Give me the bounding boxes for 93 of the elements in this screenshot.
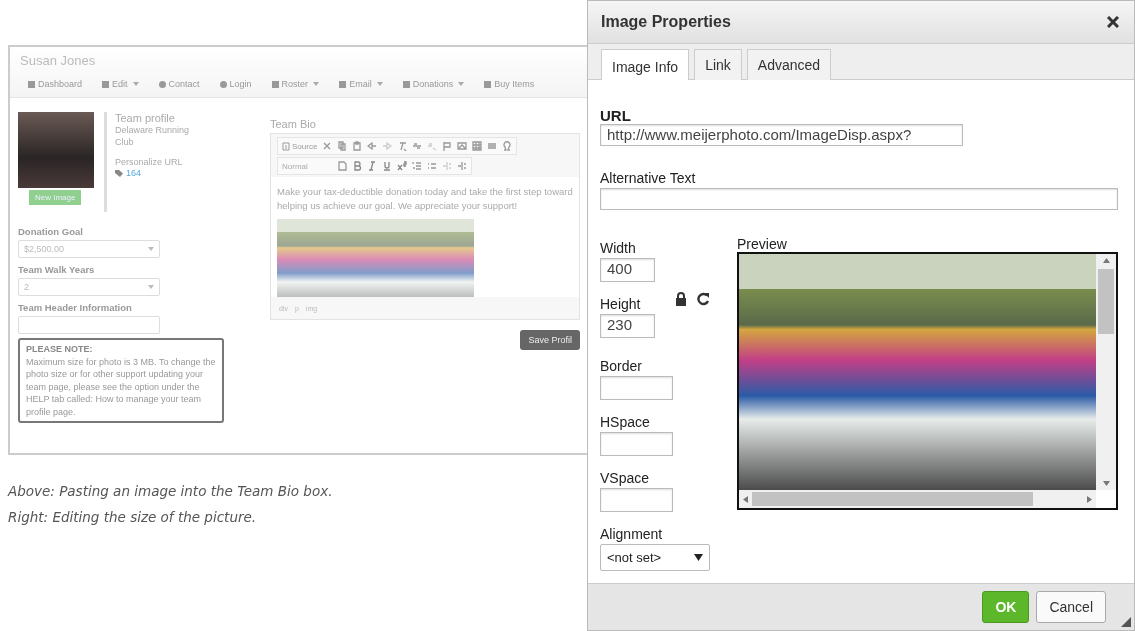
underline-icon[interactable] (382, 161, 392, 171)
scroll-left-icon[interactable] (743, 495, 748, 503)
url-label: URL (600, 107, 632, 124)
table-icon[interactable] (472, 141, 483, 151)
caret-icon (376, 82, 383, 86)
bullet-list-icon[interactable] (427, 161, 437, 171)
field-label: Team Walk Years (18, 264, 96, 275)
nav-link[interactable]: Roster (271, 79, 320, 89)
cancel-button[interactable]: Cancel (1036, 591, 1106, 623)
horizontal-line-icon[interactable] (487, 141, 498, 151)
field-label: Height (600, 296, 642, 312)
caption: Above: Pasting an image into the Team Bio box. (8, 482, 334, 501)
caret-icon (132, 82, 139, 86)
url-link[interactable]: 164 (115, 168, 200, 178)
url-label: Personalize URL (115, 156, 184, 168)
bio-title: Team Bio (270, 118, 317, 130)
bio-paragraph: Make your tax-deductible donation today and take the first step toward helping us achieve our goal. We appreciate your support! (277, 185, 573, 213)
field-label: Border (600, 358, 644, 374)
nav-link[interactable]: Email (339, 79, 383, 89)
input-field[interactable] (600, 488, 673, 512)
resize-grip-icon[interactable] (1121, 617, 1131, 627)
team-name: Delaware Running Club (115, 124, 191, 148)
caret-icon (148, 285, 154, 289)
omega-icon[interactable] (502, 141, 513, 151)
field-label: VSpace (600, 470, 651, 486)
scroll-down-icon[interactable] (1102, 481, 1110, 486)
nav-link[interactable]: Login (219, 79, 252, 89)
tab[interactable]: Image Info (601, 49, 690, 80)
ok-button[interactable]: OK (982, 591, 1030, 623)
flag-icon[interactable] (442, 141, 453, 151)
alignment-label: Alignment (600, 526, 664, 542)
horizontal-scrollbar[interactable] (739, 490, 1096, 508)
caret-icon (458, 82, 465, 86)
numbered-list-icon[interactable] (412, 161, 422, 171)
input-field[interactable] (600, 432, 673, 456)
field-label: Width (600, 240, 637, 256)
vertical-scrollbar[interactable] (1096, 254, 1116, 490)
field-label: Donation Goal (18, 226, 84, 237)
tag-icon (115, 169, 123, 177)
nav-link[interactable]: Donations (402, 79, 465, 89)
input-field[interactable] (600, 376, 673, 400)
caret-icon (313, 82, 320, 86)
preview-label: Preview (737, 236, 788, 252)
caption: Right: Editing the size of the picture. (8, 508, 258, 527)
note-title: PLEASE NOTE: (26, 343, 94, 356)
scrollbar-thumb[interactable] (1098, 269, 1114, 334)
undo-icon[interactable] (367, 141, 378, 151)
new-image-button[interactable]: New Image (29, 190, 82, 205)
profile-heading: Team profile (115, 112, 176, 124)
dialog-title: Image Properties (601, 13, 731, 31)
alt-text-label: Alternative Text (600, 170, 697, 186)
nav-link[interactable]: Buy Items (484, 79, 535, 89)
select-field[interactable]: 2 (18, 278, 160, 296)
scissors-icon[interactable] (322, 141, 333, 151)
tab[interactable]: Link (694, 49, 742, 80)
superscript-icon[interactable] (397, 161, 407, 171)
alt-text-input[interactable] (600, 188, 1118, 210)
scroll-right-icon[interactable] (1087, 495, 1092, 503)
italic-icon[interactable] (367, 161, 377, 171)
document-icon[interactable] (337, 161, 347, 171)
input-field[interactable]: 230 (600, 314, 655, 338)
caret-icon (694, 554, 703, 561)
close-icon[interactable] (1107, 16, 1119, 28)
copy-icon[interactable] (337, 141, 348, 151)
scrollbar-thumb[interactable] (752, 492, 1033, 506)
nav-link[interactable]: Dashboard (28, 79, 83, 89)
redo-icon[interactable] (382, 141, 393, 151)
lock-icon[interactable] (675, 292, 687, 306)
input-field[interactable] (18, 316, 160, 334)
format-select[interactable]: Normal (282, 161, 332, 171)
scroll-up-icon[interactable] (1102, 258, 1110, 263)
document-icon (282, 141, 290, 151)
bold-icon[interactable] (352, 161, 362, 171)
url-input[interactable]: http://www.meijerphoto.com/ImageDisp.aspx? (600, 124, 963, 146)
paste-icon[interactable] (352, 141, 363, 151)
nav-link[interactable]: Contact (158, 79, 200, 89)
save-profile-button[interactable]: Save Profil (520, 330, 580, 350)
indent-icon[interactable] (457, 161, 467, 171)
outdent-icon[interactable] (442, 161, 452, 171)
input-field[interactable]: 400 (600, 258, 655, 282)
note-text: Maximum size for photo is 3 MB. To change the photo size or for other support updating your team page, please see the option under the HELP tab called: How to manage your team profile page. (26, 355, 216, 418)
source-button[interactable]: Source (282, 141, 318, 151)
tab[interactable]: Advanced (746, 49, 832, 80)
reset-icon[interactable] (697, 292, 710, 306)
field-label: Team Header Information (18, 302, 133, 313)
clear-format-icon[interactable] (397, 141, 408, 151)
field-label: HSpace (600, 414, 651, 430)
user-name: Susan Jones (20, 53, 97, 70)
image-icon[interactable] (457, 141, 468, 151)
alignment-select[interactable]: <not set> (600, 544, 710, 571)
nav-link[interactable]: Edit (102, 79, 139, 89)
select-field[interactable]: $2,500.00 (18, 240, 160, 258)
caret-icon (148, 247, 154, 251)
